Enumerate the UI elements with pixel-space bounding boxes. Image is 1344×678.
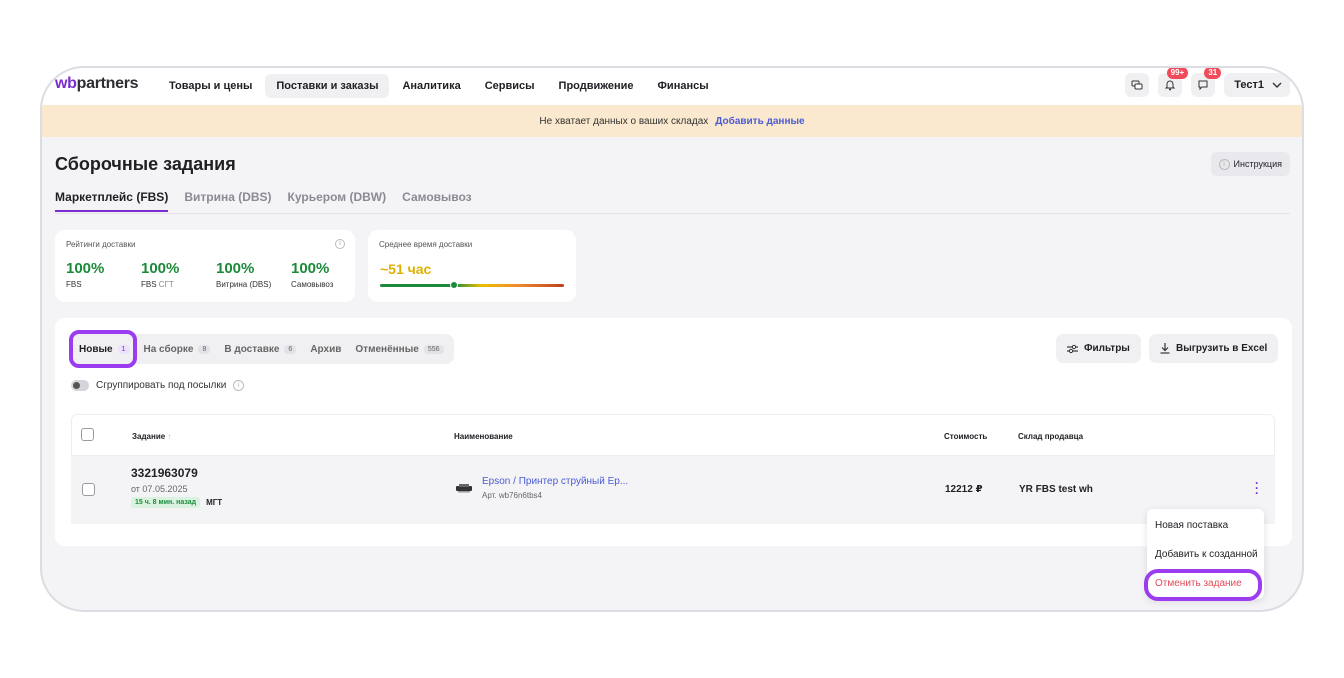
notifications-badge: 99+ [1166, 68, 1189, 79]
column-name: Наименование [454, 432, 513, 441]
table-header: Задание ↑ Наименование Стоимость Склад п… [71, 414, 1275, 456]
rating-dbs: 100% Витрина (DBS) [216, 260, 272, 289]
filters-icon [1067, 344, 1078, 353]
order-date: от 07.05.2025 [131, 484, 188, 494]
ratings-label: Рейтинги доставки [66, 240, 136, 249]
messages-button[interactable]: 31 [1191, 68, 1222, 97]
delivery-time-scale [380, 281, 564, 289]
delivery-time-label: Среднее время доставки [379, 240, 473, 249]
app-window: wbpartners Товары и цены Поставки и зака… [40, 66, 1304, 612]
delivery-time-value: ~51 час [380, 261, 432, 277]
tab-pickup[interactable]: Самовывоз [402, 190, 472, 212]
tab-in-delivery[interactable]: В доставке 6 [218, 339, 302, 360]
header-tools: 99+ 31 Тест1 [1125, 68, 1290, 97]
messages-badge: 31 [1204, 68, 1222, 79]
row-context-menu: Новая поставка Добавить к созданной Отме… [1147, 509, 1264, 599]
chevron-down-icon [1272, 82, 1282, 88]
orders-card: Новые 1 На сборке 8 В доставке 6 Архив Отме… [55, 318, 1292, 546]
chat-button[interactable] [1125, 73, 1150, 97]
column-price: Стоимость [944, 432, 988, 441]
row-checkbox[interactable] [82, 483, 95, 496]
table-row[interactable]: 3321963079 от 07.05.2025 15 ч. 8 мин. на… [71, 456, 1275, 524]
delivery-ratings-card: Рейтинги доставки i 100% FBS 100% FBS СГ… [55, 230, 355, 302]
rating-pickup: 100% Самовывоз [291, 260, 334, 289]
chat-icon [1131, 80, 1143, 90]
group-toggle-row: Сгруппировать под посылки i [71, 380, 245, 391]
menu-item-analytics[interactable]: Аналитика [391, 74, 471, 98]
bell-icon [1165, 80, 1176, 91]
message-icon [1198, 80, 1208, 91]
tab-cancelled[interactable]: Отменённые 556 [349, 339, 449, 360]
tab-new[interactable]: Новые 1 [73, 339, 136, 360]
order-number: 3321963079 [131, 466, 198, 480]
menu-item-finance[interactable]: Финансы [647, 74, 720, 98]
sort-arrow-icon: ↑ [167, 432, 172, 441]
product-name-link[interactable]: Epson / Принтер струйный Ep... [482, 476, 628, 487]
tab-archive[interactable]: Архив [304, 339, 347, 360]
main-menu: Товары и цены Поставки и заказы Аналитик… [158, 74, 720, 98]
tab-assembling[interactable]: На сборке 8 [138, 339, 217, 360]
tab-marketplace-fbs[interactable]: Маркетплейс (FBS) [55, 190, 169, 212]
main-tabs: Маркетплейс (FBS) Витрина (DBS) Курьером… [55, 190, 472, 212]
user-menu-button[interactable]: Тест1 [1224, 73, 1290, 97]
menu-item-products[interactable]: Товары и цены [158, 74, 263, 98]
rating-fbs: 100% FBS [66, 260, 105, 289]
group-toggle-label: Сгруппировать под посылки [96, 380, 227, 391]
page-title: Сборочные задания [55, 154, 236, 174]
user-name: Тест1 [1234, 79, 1264, 91]
logo[interactable]: wbpartners [55, 75, 139, 93]
select-all-checkbox[interactable] [81, 428, 94, 441]
menu-item-add-to-existing[interactable]: Добавить к созданной [1155, 549, 1258, 560]
seller-warehouse: YR FBS test wh [1019, 484, 1093, 495]
menu-item-new-supply[interactable]: Новая поставка [1155, 520, 1228, 531]
notifications-button[interactable]: 99+ [1158, 68, 1189, 97]
info-icon[interactable]: i [335, 239, 345, 249]
delivery-time-marker [450, 281, 458, 289]
column-order[interactable]: Задание ↑ [132, 432, 171, 441]
info-icon[interactable]: i [233, 380, 245, 391]
product-thumbnail [456, 484, 472, 493]
group-toggle[interactable] [71, 380, 89, 391]
status-tabs: Новые 1 На сборке 8 В доставке 6 Архив Отме… [69, 334, 454, 364]
menu-item-cancel-order[interactable]: Отменить задание [1155, 578, 1242, 589]
more-actions-button[interactable]: · · · [1253, 477, 1261, 499]
type-tag: МГТ [206, 498, 223, 507]
orders-table: Задание ↑ Наименование Стоимость Склад п… [71, 414, 1275, 524]
product-article: Арт. wb76n6tbs4 [482, 491, 542, 500]
menu-item-promotion[interactable]: Продвижение [548, 74, 645, 98]
time-tag: 15 ч. 8 мин. назад [131, 497, 201, 508]
column-warehouse: Склад продавца [1018, 432, 1084, 441]
instruction-button[interactable]: i Инструкция [1210, 152, 1290, 176]
download-icon [1160, 343, 1170, 354]
banner-text: Не хватает данных о ваших складах [539, 115, 709, 127]
menu-item-supplies[interactable]: Поставки и заказы [265, 74, 390, 98]
order-tags: 15 ч. 8 мин. назад МГТ [131, 497, 222, 508]
info-icon: i [1218, 158, 1230, 170]
menu-item-services[interactable]: Сервисы [474, 74, 546, 98]
delivery-time-card: Среднее время доставки ~51 час [368, 230, 576, 302]
banner-link[interactable]: Добавить данные [715, 116, 804, 127]
rating-fbs-sgt: 100% FBS СГТ [141, 260, 180, 289]
tabs-divider [55, 213, 1290, 214]
tab-showcase-dbs[interactable]: Витрина (DBS) [184, 190, 271, 212]
top-navigation: wbpartners Товары и цены Поставки и зака… [42, 68, 1302, 105]
export-excel-button[interactable]: Выгрузить в Excel [1149, 334, 1279, 363]
filters-button[interactable]: Фильтры [1056, 334, 1141, 363]
order-price: 12212 ₽ [945, 484, 983, 495]
tab-courier-dbw[interactable]: Курьером (DBW) [288, 190, 387, 212]
warning-banner: Не хватает данных о ваших складах Добави… [42, 105, 1302, 137]
